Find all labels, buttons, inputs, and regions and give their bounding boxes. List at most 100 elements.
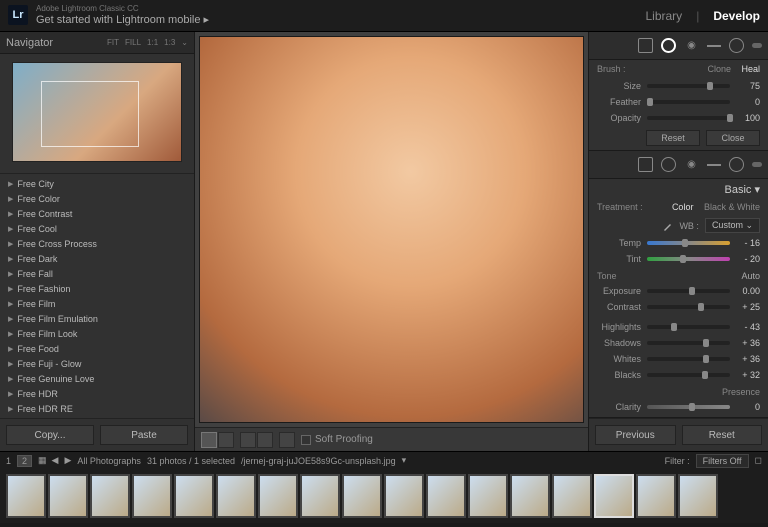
spot-removal-tool-icon[interactable] bbox=[661, 157, 676, 172]
auto-tone-button[interactable]: Auto bbox=[741, 271, 760, 281]
filter-lock-icon[interactable]: ◻ bbox=[755, 455, 762, 466]
main-image[interactable] bbox=[199, 36, 584, 423]
exposure-slider[interactable] bbox=[647, 289, 730, 293]
crop-tool-icon[interactable] bbox=[638, 38, 653, 53]
blacks-slider[interactable] bbox=[647, 373, 730, 377]
module-develop[interactable]: Develop bbox=[713, 9, 760, 23]
preset-folder[interactable]: ▶Free Film Emulation bbox=[0, 311, 194, 326]
filmstrip-thumb[interactable] bbox=[426, 474, 466, 518]
filmstrip-thumb[interactable] bbox=[510, 474, 550, 518]
preset-folder[interactable]: ▶Free Fall bbox=[0, 266, 194, 281]
graduated-filter-icon[interactable] bbox=[707, 164, 721, 166]
whites-slider[interactable] bbox=[647, 357, 730, 361]
temp-slider[interactable] bbox=[647, 241, 730, 245]
opacity-slider[interactable] bbox=[647, 116, 730, 120]
secondary-display[interactable]: 2 bbox=[17, 455, 32, 467]
left-panel: Navigator FIT FILL 1:1 1:3 ⌄ ▶Free City … bbox=[0, 32, 195, 451]
tint-slider[interactable] bbox=[647, 257, 730, 261]
preset-folder[interactable]: ▶Free HDR bbox=[0, 386, 194, 401]
filmstrip[interactable] bbox=[0, 469, 768, 523]
module-library[interactable]: Library bbox=[646, 9, 683, 23]
preset-folder[interactable]: ▶Free Genuine Love bbox=[0, 371, 194, 386]
filmstrip-thumb[interactable] bbox=[636, 474, 676, 518]
panel-toggle[interactable] bbox=[752, 162, 762, 167]
basic-panel-header[interactable]: Basic ▾ bbox=[589, 179, 768, 200]
prev-image-icon[interactable]: ◀ bbox=[52, 455, 59, 466]
radial-filter-icon[interactable] bbox=[729, 157, 744, 172]
next-image-icon[interactable]: ▶ bbox=[64, 455, 71, 466]
treatment-bw[interactable]: Black & White bbox=[704, 202, 760, 212]
navigator-preview[interactable] bbox=[0, 54, 194, 169]
filmstrip-thumb[interactable] bbox=[300, 474, 340, 518]
size-slider[interactable] bbox=[647, 84, 730, 88]
filmstrip-thumb[interactable] bbox=[468, 474, 508, 518]
paste-button[interactable]: Paste bbox=[100, 425, 188, 445]
preset-folder[interactable]: ▶Free Film bbox=[0, 296, 194, 311]
contrast-slider[interactable] bbox=[647, 305, 730, 309]
filmstrip-thumb[interactable] bbox=[384, 474, 424, 518]
filmstrip-thumb[interactable] bbox=[552, 474, 592, 518]
filmstrip-thumb[interactable] bbox=[174, 474, 214, 518]
preset-folder[interactable]: ▶Free Contrast bbox=[0, 206, 194, 221]
highlights-slider[interactable] bbox=[647, 325, 730, 329]
filter-select[interactable]: Filters Off bbox=[696, 454, 749, 468]
brush-clone-tab[interactable]: Clone bbox=[707, 64, 731, 74]
brush-reset-button[interactable]: Reset bbox=[646, 130, 700, 146]
chevron-down-icon[interactable]: ▾ bbox=[402, 455, 407, 466]
swap-icon[interactable] bbox=[279, 432, 295, 448]
navigator-header[interactable]: Navigator FIT FILL 1:1 1:3 ⌄ bbox=[0, 32, 194, 54]
crop-tool-icon[interactable] bbox=[638, 157, 653, 172]
filmstrip-thumb[interactable] bbox=[6, 474, 46, 518]
clarity-slider[interactable] bbox=[647, 405, 730, 409]
nav-fill[interactable]: FILL bbox=[125, 38, 141, 47]
filmstrip-thumb[interactable] bbox=[258, 474, 298, 518]
graduated-filter-icon[interactable] bbox=[707, 45, 721, 47]
preset-folder[interactable]: ▶Free Cool bbox=[0, 221, 194, 236]
previous-button[interactable]: Previous bbox=[595, 425, 676, 445]
filmstrip-thumb[interactable] bbox=[216, 474, 256, 518]
compare-view-icon[interactable] bbox=[218, 432, 234, 448]
preset-folder[interactable]: ▶Free Fuji - Glow bbox=[0, 356, 194, 371]
redeye-tool-icon[interactable]: ◉ bbox=[684, 157, 699, 172]
shadows-slider[interactable] bbox=[647, 341, 730, 345]
filmstrip-thumb[interactable] bbox=[132, 474, 172, 518]
preset-folder[interactable]: ▶Free Fashion bbox=[0, 281, 194, 296]
grid-view-icon[interactable]: ▦ bbox=[38, 455, 46, 466]
feather-slider[interactable] bbox=[647, 100, 730, 104]
filmstrip-thumb[interactable] bbox=[678, 474, 718, 518]
wb-select[interactable]: Custom ⌄ bbox=[705, 218, 760, 233]
preset-folder[interactable]: ▶Free Food bbox=[0, 341, 194, 356]
preset-folder[interactable]: ▶Free HDR RE bbox=[0, 401, 194, 416]
radial-filter-icon[interactable] bbox=[729, 38, 744, 53]
nav-1to1[interactable]: 1:1 bbox=[147, 38, 158, 47]
nav-ratio[interactable]: 1:3 bbox=[164, 38, 175, 47]
loupe-view-icon[interactable] bbox=[201, 432, 217, 448]
soft-proofing-checkbox[interactable] bbox=[301, 435, 311, 445]
spot-removal-tool-icon[interactable] bbox=[661, 38, 676, 53]
brush-heal-tab[interactable]: Heal bbox=[741, 64, 760, 74]
copy-button[interactable]: Copy... bbox=[6, 425, 94, 445]
preset-folder[interactable]: ▶Free Color bbox=[0, 191, 194, 206]
preset-folder[interactable]: ▶Free Cross Process bbox=[0, 236, 194, 251]
redeye-tool-icon[interactable]: ◉ bbox=[684, 38, 699, 53]
mobile-link[interactable]: Get started with Lightroom mobile ▸ bbox=[36, 14, 209, 26]
before-after-lr-icon[interactable] bbox=[240, 432, 256, 448]
filmstrip-thumb[interactable] bbox=[90, 474, 130, 518]
preset-folder[interactable]: ▶Free Film Look bbox=[0, 326, 194, 341]
treatment-color[interactable]: Color bbox=[672, 202, 694, 212]
photo-count: 31 photos / 1 selected bbox=[147, 456, 235, 466]
source-label[interactable]: All Photographs bbox=[77, 456, 141, 466]
white-balance-picker-icon[interactable] bbox=[663, 221, 673, 231]
filmstrip-thumb[interactable] bbox=[48, 474, 88, 518]
tool-strip: ◉ bbox=[589, 32, 768, 60]
filmstrip-thumb[interactable] bbox=[594, 474, 634, 518]
before-after-tb-icon[interactable] bbox=[257, 432, 273, 448]
brush-close-button[interactable]: Close bbox=[706, 130, 760, 146]
nav-fit[interactable]: FIT bbox=[107, 38, 119, 47]
preset-folder[interactable]: ▶Free City bbox=[0, 176, 194, 191]
panel-toggle[interactable] bbox=[752, 43, 762, 48]
preset-folder[interactable]: ▶Free Dark bbox=[0, 251, 194, 266]
chevron-down-icon[interactable]: ⌄ bbox=[181, 38, 188, 47]
filmstrip-thumb[interactable] bbox=[342, 474, 382, 518]
reset-button[interactable]: Reset bbox=[682, 425, 763, 445]
